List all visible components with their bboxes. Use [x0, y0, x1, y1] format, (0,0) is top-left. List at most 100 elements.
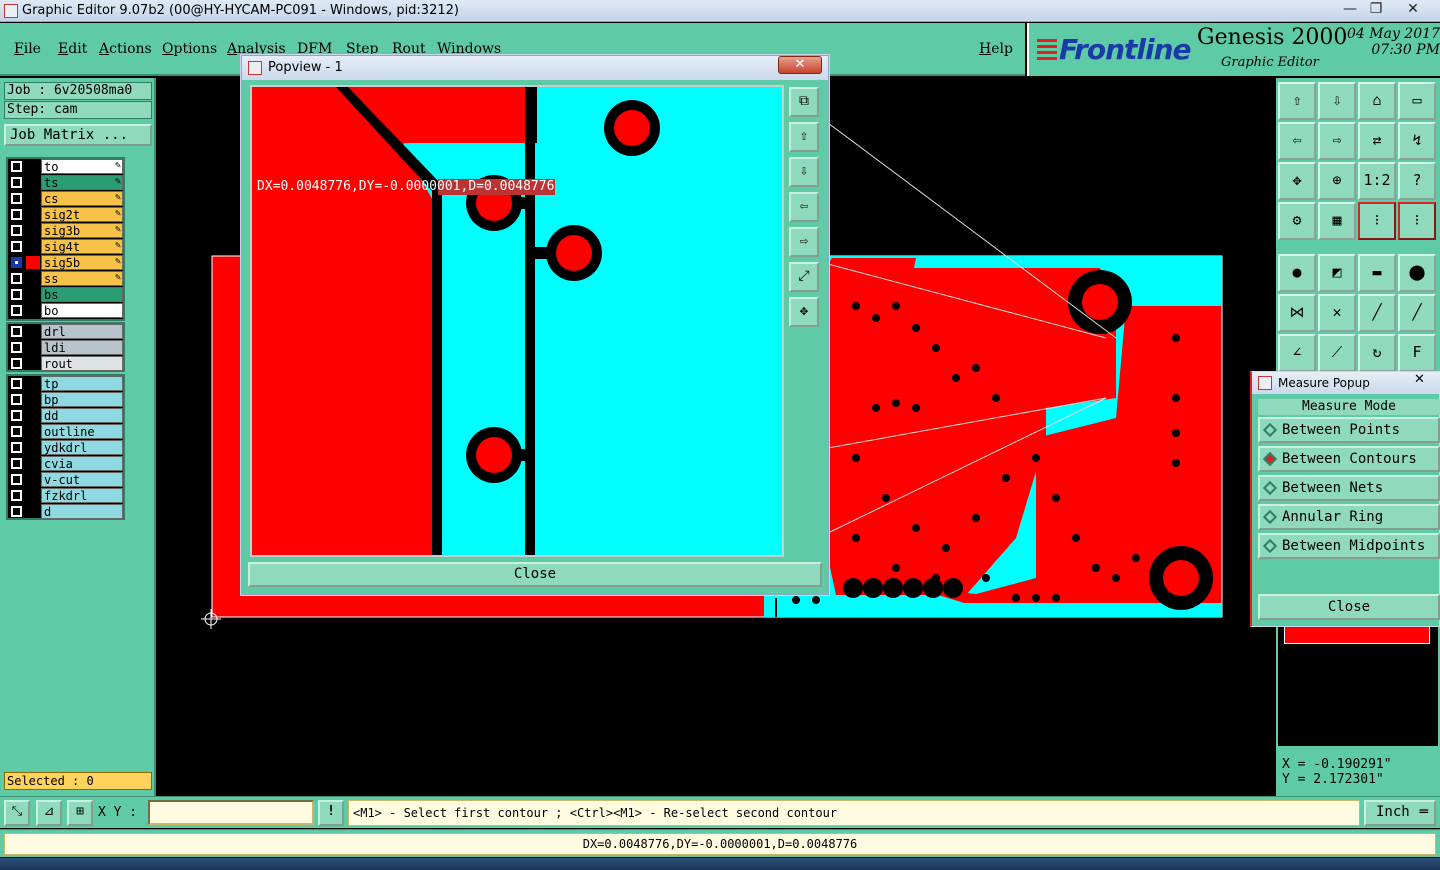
layer-name[interactable]: dd: [41, 408, 123, 423]
popview-canvas[interactable]: DX=0.0048776,DY=-0.0000001,D=0.0048776: [250, 85, 784, 557]
window-icon[interactable]: ▭: [1398, 82, 1436, 120]
layer-row-bo[interactable]: bo: [8, 303, 123, 319]
measure-option-between-contours[interactable]: Between Contours: [1258, 446, 1440, 472]
cmd-snap-icon[interactable]: ⊞: [67, 800, 93, 826]
layer-name[interactable]: fzkdrl: [41, 488, 123, 503]
line-icon[interactable]: ╱: [1358, 294, 1396, 332]
layer-name[interactable]: d: [41, 504, 123, 519]
mirror-icon[interactable]: ⇄: [1358, 122, 1396, 160]
layer-name[interactable]: drl: [41, 324, 123, 339]
layer-checkbox[interactable]: [11, 378, 22, 389]
layer-row-sig4t[interactable]: sig4t ✎: [8, 239, 123, 255]
layer-row-fzkdrl[interactable]: fzkdrl: [8, 488, 123, 504]
layer-row-sig5b[interactable]: sig5b ✎: [8, 255, 123, 271]
help-icon[interactable]: ?: [1398, 162, 1436, 200]
layer-row-cs[interactable]: cs ✎: [8, 191, 123, 207]
layer-name[interactable]: ts: [41, 175, 123, 190]
layer-checkbox[interactable]: [11, 426, 22, 437]
cross-icon[interactable]: ✕: [1318, 294, 1356, 332]
layer-row-sig2t[interactable]: sig2t ✎: [8, 207, 123, 223]
cmd-info-icon[interactable]: !: [318, 800, 344, 826]
layer-row-d[interactable]: d: [8, 504, 123, 520]
layer-row-ldi[interactable]: ldi: [8, 340, 123, 356]
layer-checkbox[interactable]: [11, 394, 22, 405]
layer-name[interactable]: bs: [41, 287, 123, 302]
layer-name[interactable]: sig4t: [41, 239, 123, 254]
layer-name[interactable]: sig5b: [41, 255, 123, 270]
zoom-home-icon[interactable]: ⇧: [1278, 82, 1316, 120]
measure-icon[interactable]: ⟋: [1318, 334, 1356, 372]
layer-name[interactable]: to: [41, 159, 123, 174]
layer-name[interactable]: ydkdrl: [41, 440, 123, 455]
dot-icon[interactable]: ⬤: [1398, 254, 1436, 292]
layer-row-drl[interactable]: drl: [8, 324, 123, 340]
center-icon[interactable]: ⊕: [1318, 162, 1356, 200]
layer-checkbox[interactable]: [11, 490, 22, 501]
zoom-in-icon[interactable]: ⇦: [1278, 122, 1316, 160]
measure-option-between-points[interactable]: Between Points: [1258, 417, 1440, 443]
layer-row-rout[interactable]: rout: [8, 356, 123, 372]
zoom-out-icon[interactable]: ⇨: [1318, 122, 1356, 160]
minimize-button[interactable]: —: [1340, 0, 1360, 18]
pv-zoom-in-icon[interactable]: ⇧: [789, 122, 819, 152]
layer-checkbox[interactable]: [11, 209, 22, 220]
measure-option-between-midpoints[interactable]: Between Midpoints: [1258, 533, 1440, 559]
layer-checkbox[interactable]: [11, 506, 22, 517]
layer-name[interactable]: cs: [41, 191, 123, 206]
layer-name[interactable]: cvia: [41, 456, 123, 471]
layer-row-tp[interactable]: tp: [8, 376, 123, 392]
layer-checkbox[interactable]: [11, 358, 22, 369]
layer-name[interactable]: outline: [41, 424, 123, 439]
scale-icon[interactable]: 1:2: [1358, 162, 1396, 200]
layer-name[interactable]: bp: [41, 392, 123, 407]
layer-row-to[interactable]: to ✎: [8, 159, 123, 175]
settings-icon[interactable]: ⚙: [1278, 202, 1316, 240]
layer-row-sig3b[interactable]: sig3b ✎: [8, 223, 123, 239]
layer-checkbox[interactable]: [11, 442, 22, 453]
layer-checkbox[interactable]: [11, 257, 22, 268]
layer-name[interactable]: tp: [41, 376, 123, 391]
nodes-icon[interactable]: ⋈: [1278, 294, 1316, 332]
pv-zoom-window-icon[interactable]: ⧉: [789, 87, 819, 117]
angle-icon[interactable]: ∠: [1278, 334, 1316, 372]
pan-icon[interactable]: ✥: [1278, 162, 1316, 200]
layer-name[interactable]: sig3b: [41, 223, 123, 238]
layer-checkbox[interactable]: [11, 225, 22, 236]
unit-selector[interactable]: Inch ═: [1364, 800, 1436, 826]
layer-row-v-cut[interactable]: v-cut: [8, 472, 123, 488]
layer-row-ydkdrl[interactable]: ydkdrl: [8, 440, 123, 456]
pv-zoom-out-icon[interactable]: ⇩: [789, 157, 819, 187]
restore-button[interactable]: ❐: [1366, 0, 1386, 18]
shape-icon[interactable]: ◩: [1318, 254, 1356, 292]
redraw-icon[interactable]: ↯: [1398, 122, 1436, 160]
layer-name[interactable]: rout: [41, 356, 123, 371]
pv-center-icon[interactable]: ✥: [789, 297, 819, 327]
layer-name[interactable]: bo: [41, 303, 123, 318]
layer-checkbox[interactable]: [11, 342, 22, 353]
cmd-measure-icon[interactable]: ⊿: [36, 800, 62, 826]
layer-name[interactable]: v-cut: [41, 472, 123, 487]
layer-checkbox[interactable]: [11, 273, 22, 284]
menu-edit[interactable]: Edit: [58, 41, 87, 57]
layer-checkbox[interactable]: [11, 305, 22, 316]
layer-row-bp[interactable]: bp: [8, 392, 123, 408]
cmd-zoom-icon[interactable]: ⤡: [4, 800, 30, 826]
layer-checkbox[interactable]: [11, 458, 22, 469]
layer-row-ss[interactable]: ss ✎: [8, 271, 123, 287]
popview-close-button[interactable]: Close: [248, 562, 822, 587]
close-window-button[interactable]: ✕: [1398, 0, 1428, 18]
arc-icon[interactable]: ╱: [1398, 294, 1436, 332]
menu-file[interactable]: File: [14, 41, 41, 57]
popview-close-x-button[interactable]: ✕: [778, 56, 822, 74]
grid-icon[interactable]: ▦: [1318, 202, 1356, 240]
layer-name[interactable]: ss: [41, 271, 123, 286]
pv-pan-left-icon[interactable]: ⇦: [789, 192, 819, 222]
pv-fit-icon[interactable]: ⤢: [789, 262, 819, 292]
measure-option-annular-ring[interactable]: Annular Ring: [1258, 504, 1440, 530]
zoom-fit-icon[interactable]: ⇩: [1318, 82, 1356, 120]
layer-row-dd[interactable]: dd: [8, 408, 123, 424]
xy-input[interactable]: [148, 800, 314, 825]
layer-row-ts[interactable]: ts ✎: [8, 175, 123, 191]
pv-pan-right-icon[interactable]: ⇨: [789, 227, 819, 257]
menu-help[interactable]: Help: [979, 41, 1013, 57]
